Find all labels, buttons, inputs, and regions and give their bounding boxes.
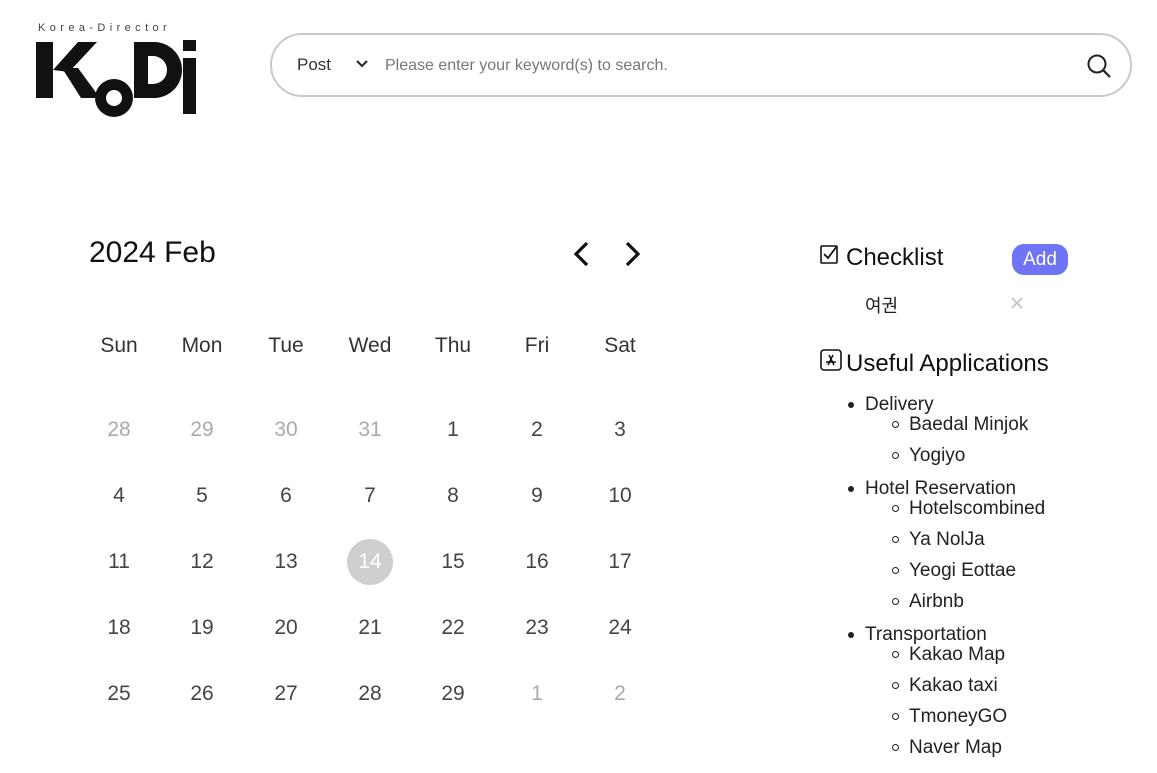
calendar-day[interactable]: 1 — [507, 682, 567, 706]
circle-bullet-icon — [892, 567, 899, 574]
circle-bullet-icon — [892, 682, 899, 689]
calendar-day[interactable]: 4 — [89, 484, 149, 508]
chevron-left-icon[interactable] — [570, 240, 594, 268]
calendar-day[interactable]: 2 — [590, 682, 650, 706]
app-link-label[interactable]: Yeogi Eottae — [909, 560, 1016, 582]
calendar-day[interactable]: 16 — [507, 550, 567, 574]
checklist-heading: Checklist — [846, 244, 944, 271]
app-store-icon — [820, 349, 842, 371]
search-bar: Post — [270, 33, 1132, 97]
calendar-day[interactable]: 26 — [172, 682, 232, 706]
app-link-label[interactable]: Hotelscombined — [909, 498, 1045, 520]
weekday-label: Mon — [181, 334, 223, 357]
calendar-day[interactable]: 30 — [256, 418, 316, 442]
calendar-day[interactable]: 27 — [256, 682, 316, 706]
calendar-day[interactable]: 3 — [590, 418, 650, 442]
app-link-label[interactable]: Airbnb — [909, 591, 964, 613]
logo-tagline: Korea-Director — [38, 22, 172, 34]
weekday-label: Wed — [348, 334, 392, 357]
calendar-day[interactable]: 17 — [590, 550, 650, 574]
calendar-day[interactable]: 12 — [172, 550, 232, 574]
app-link-label[interactable]: TmoneyGO — [909, 706, 1007, 728]
calendar-day[interactable]: 7 — [340, 484, 400, 508]
logo-wordmark — [36, 40, 196, 117]
weekday-label: Fri — [524, 334, 550, 357]
calendar-day[interactable]: 1 — [423, 418, 483, 442]
calendar-day[interactable]: 28 — [340, 682, 400, 706]
calendar-day[interactable]: 5 — [172, 484, 232, 508]
calendar-day[interactable]: 22 — [423, 616, 483, 640]
circle-bullet-icon — [892, 421, 899, 428]
add-checklist-button[interactable]: Add — [1012, 244, 1068, 275]
calendar-day[interactable]: 6 — [256, 484, 316, 508]
chevron-down-icon[interactable] — [356, 60, 368, 68]
bullet-icon — [848, 486, 854, 492]
circle-bullet-icon — [892, 536, 899, 543]
calendar-day[interactable]: 23 — [507, 616, 567, 640]
calendar-day[interactable]: 24 — [590, 616, 650, 640]
site-logo[interactable]: Korea-Director — [34, 22, 204, 122]
circle-bullet-icon — [892, 505, 899, 512]
circle-bullet-icon — [892, 651, 899, 658]
calendar-day[interactable]: 29 — [172, 418, 232, 442]
calendar-day[interactable]: 28 — [89, 418, 149, 442]
useful-applications-heading: Useful Applications — [846, 350, 1049, 377]
weekday-label: Sun — [100, 334, 138, 357]
circle-bullet-icon — [892, 713, 899, 720]
bullet-icon — [848, 632, 854, 638]
app-link-label[interactable]: Kakao Map — [909, 644, 1005, 666]
calendar-day[interactable]: 20 — [256, 616, 316, 640]
app-link-label[interactable]: Naver Map — [909, 737, 1002, 759]
app-category-label: Hotel Reservation — [865, 478, 1017, 499]
bullet-icon — [848, 402, 854, 408]
chevron-right-icon[interactable] — [620, 240, 644, 268]
calendar-day[interactable]: 2 — [507, 418, 567, 442]
calendar-day[interactable]: 18 — [89, 616, 149, 640]
calendar-day[interactable]: 13 — [256, 550, 316, 574]
calendar-day[interactable]: 9 — [507, 484, 567, 508]
app-link-label[interactable]: Kakao taxi — [909, 675, 998, 697]
app-link-label[interactable]: Yogiyo — [909, 445, 965, 467]
calendar-day[interactable]: 31 — [340, 418, 400, 442]
weekday-label: Tue — [268, 334, 304, 357]
calendar-day[interactable]: 19 — [172, 616, 232, 640]
calendar-day[interactable]: 29 — [423, 682, 483, 706]
calendar-day[interactable]: 11 — [89, 550, 149, 574]
calendar-month-title: 2024 Feb — [89, 236, 216, 269]
checklist-item: 여권 — [865, 296, 899, 317]
checkbox-icon — [820, 245, 838, 264]
app-link-label[interactable]: Ya NolJa — [909, 529, 985, 551]
circle-bullet-icon — [892, 598, 899, 605]
calendar-day[interactable]: 21 — [340, 616, 400, 640]
calendar-day-today[interactable]: 14 — [347, 539, 393, 585]
search-icon[interactable] — [1086, 53, 1112, 79]
calendar-day[interactable]: 15 — [423, 550, 483, 574]
app-category-label: Delivery — [865, 394, 934, 415]
weekday-label: Sat — [604, 334, 636, 357]
circle-bullet-icon — [892, 744, 899, 751]
calendar-day[interactable]: 8 — [423, 484, 483, 508]
close-icon[interactable] — [1008, 294, 1026, 312]
search-category-select[interactable]: Post — [297, 55, 331, 75]
calendar-day[interactable]: 10 — [590, 484, 650, 508]
calendar-day[interactable]: 25 — [89, 682, 149, 706]
weekday-label: Thu — [434, 334, 472, 357]
search-input[interactable] — [385, 53, 1045, 79]
app-link-label[interactable]: Baedal Minjok — [909, 414, 1028, 436]
app-category-label: Transportation — [865, 624, 987, 645]
circle-bullet-icon — [892, 452, 899, 459]
